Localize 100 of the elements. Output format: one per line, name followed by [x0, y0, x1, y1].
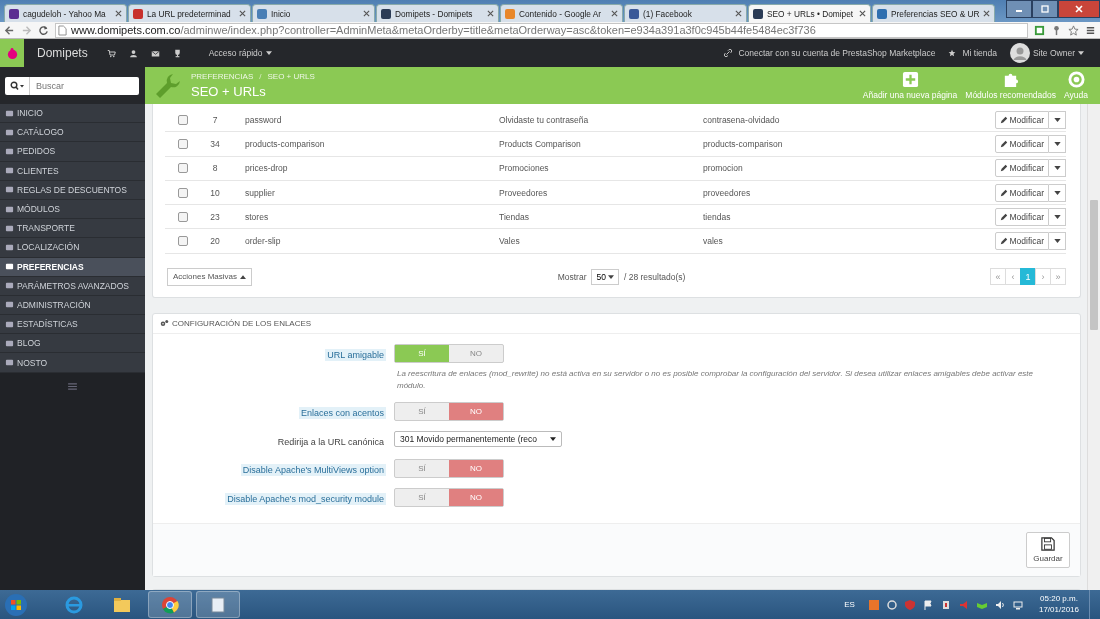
edit-button[interactable]: Modificar	[994, 232, 1049, 251]
dropdown-button[interactable]	[1049, 134, 1066, 153]
close-icon[interactable]	[115, 10, 122, 17]
row-checkbox[interactable]	[178, 211, 188, 222]
table-cell-text: supplier	[244, 187, 276, 198]
taskbar-button[interactable]	[148, 591, 192, 618]
user-menu[interactable]: Site Owner	[1032, 48, 1084, 58]
bulk-actions-button[interactable]: Acciones Masivas	[167, 267, 253, 286]
browser-tab[interactable]: SEO + URLs • Domipet	[748, 4, 871, 22]
sidebar-item[interactable]: PEDIDOS	[0, 142, 145, 162]
envelope-icon[interactable]	[150, 48, 160, 58]
edit-button[interactable]: Modificar	[994, 207, 1049, 226]
back-icon[interactable]	[4, 24, 15, 36]
page-icon	[58, 24, 67, 36]
browser-tab[interactable]: Domipets - Domipets	[376, 4, 499, 22]
browser-tab[interactable]: Contenido - Google Ar	[500, 4, 623, 22]
close-icon[interactable]	[859, 10, 866, 17]
row-checkbox[interactable]	[178, 236, 188, 247]
start-button[interactable]	[4, 592, 28, 617]
table-cell-text: contrasena-olvidado	[703, 114, 781, 125]
dropdown-button[interactable]	[1049, 110, 1066, 129]
browser-tab[interactable]: (1) Facebook	[624, 4, 747, 22]
close-icon[interactable]	[735, 10, 742, 17]
dropdown-button[interactable]	[1049, 207, 1066, 226]
tray-app-icon[interactable]	[940, 599, 951, 610]
row-checkbox[interactable]	[178, 138, 188, 149]
edit-button[interactable]: Modificar	[994, 183, 1049, 202]
close-icon[interactable]	[983, 10, 990, 17]
table-cell-text: 10	[209, 187, 221, 198]
sidebar-item[interactable]: MÓDULOS	[0, 199, 145, 220]
table-cell-text: Olvidaste tu contraseña	[499, 114, 590, 125]
redirect-select[interactable]: 301 Movido permanentemente (reco	[394, 430, 562, 447]
browser-tab[interactable]: La URL predeterminad	[128, 4, 251, 22]
collapse-icon[interactable]	[68, 382, 77, 390]
sidebar-item[interactable]: NOSTO	[0, 353, 145, 373]
scrollbar[interactable]	[1087, 104, 1100, 590]
search-icon[interactable]	[10, 80, 24, 91]
sidebar-item[interactable]: CLIENTES	[0, 161, 145, 181]
breadcrumb-item: SEO + URLS	[267, 72, 315, 81]
language-indicator[interactable]: ES	[844, 600, 855, 609]
sidebar-item[interactable]: PARÁMETROS AVANZADOS	[0, 276, 145, 296]
close-icon[interactable]	[363, 10, 370, 17]
row-checkbox[interactable]	[178, 114, 188, 125]
field-label: Disable Apache's MultiViews option	[240, 463, 386, 476]
caret-icon	[240, 274, 247, 279]
row-checkbox[interactable]	[178, 187, 188, 198]
marketplace-link[interactable]: Conectar con su cuenta de PrestaShop Marketplace	[724, 48, 936, 58]
sidebar-item[interactable]: REGLAS DE DESCUENTOS	[0, 180, 145, 200]
table-cell-text: 8	[211, 163, 219, 174]
quick-access-menu[interactable]: Acceso rápido	[208, 48, 272, 58]
sidebar-item[interactable]: LOCALIZACIÓN	[0, 238, 145, 258]
lifebuoy-icon	[1067, 71, 1085, 88]
browser-tab[interactable]: Inicio	[252, 4, 375, 22]
dropdown-button[interactable]	[1049, 183, 1066, 202]
per-page-dropdown[interactable]: 50	[591, 268, 619, 285]
close-icon[interactable]	[487, 10, 494, 17]
minimize-button[interactable]	[1006, 0, 1032, 18]
browser-tab[interactable]: cagudeloh - Yahoo Ma	[4, 4, 127, 22]
clock[interactable]: 05:20 p.m. 17/01/2016	[1038, 594, 1079, 615]
avatar-icon[interactable]	[1009, 43, 1030, 63]
search-field[interactable]: Buscar	[30, 76, 139, 95]
sidebar-item[interactable]: CATÁLOGO	[0, 123, 145, 143]
dropdown-button[interactable]	[1049, 159, 1066, 178]
sidebar-item[interactable]: INICIO	[0, 104, 145, 124]
shop-name[interactable]: Domipets	[37, 46, 88, 60]
edit-button[interactable]: Modificar	[994, 134, 1049, 153]
row-checkbox[interactable]	[178, 163, 188, 174]
maximize-button[interactable]	[1032, 0, 1058, 18]
my-shop-link[interactable]: Mi tienda	[948, 48, 997, 58]
table-cell-text: 34	[209, 138, 221, 149]
star-icon[interactable]	[1068, 24, 1079, 36]
close-icon[interactable]	[239, 10, 246, 17]
edit-button[interactable]: Modificar	[994, 159, 1049, 178]
close-icon[interactable]	[611, 10, 618, 17]
caret-icon	[550, 436, 556, 441]
sidebar-item[interactable]: BLOG	[0, 334, 145, 354]
cart-icon[interactable]	[106, 48, 116, 58]
tray-app-icon[interactable]	[886, 599, 897, 610]
trophy-icon[interactable]	[172, 48, 182, 58]
key-icon[interactable]	[1051, 24, 1062, 36]
sidebar-item[interactable]: TRANSPORTE	[0, 219, 145, 239]
browser-tab[interactable]: Preferencias SEO & UR	[872, 4, 995, 22]
speaker-icon[interactable]	[994, 599, 1005, 610]
dropdown-button[interactable]	[1049, 232, 1066, 251]
sidebar-item[interactable]: ADMINISTRACIÓN	[0, 295, 145, 316]
close-button[interactable]	[1058, 0, 1100, 18]
taskbar-button[interactable]	[196, 591, 240, 618]
save-button[interactable]: Guardar	[1026, 531, 1070, 568]
menu-icon[interactable]	[1085, 24, 1096, 36]
sidebar-item[interactable]: PREFERENCIAS	[0, 257, 145, 277]
address-field[interactable]: www.domipets.com.co/adminwe/index.php?controller=AdminMeta&metaOrderby=title&metaOrderway=asc&token=e934a391a3f0c945b44fe5484ec3f736	[55, 22, 1028, 38]
edit-button[interactable]: Modificar	[994, 110, 1049, 129]
caret-icon	[1053, 214, 1061, 219]
flag-icon[interactable]	[922, 599, 933, 610]
extension-icon[interactable]	[1034, 24, 1045, 36]
table-cell-text: promocion	[703, 163, 744, 174]
user-icon[interactable]	[128, 48, 138, 58]
sidebar-item[interactable]: ESTADÍSTICAS	[0, 315, 145, 335]
reload-icon[interactable]	[38, 24, 49, 36]
network-icon[interactable]	[1012, 599, 1023, 610]
